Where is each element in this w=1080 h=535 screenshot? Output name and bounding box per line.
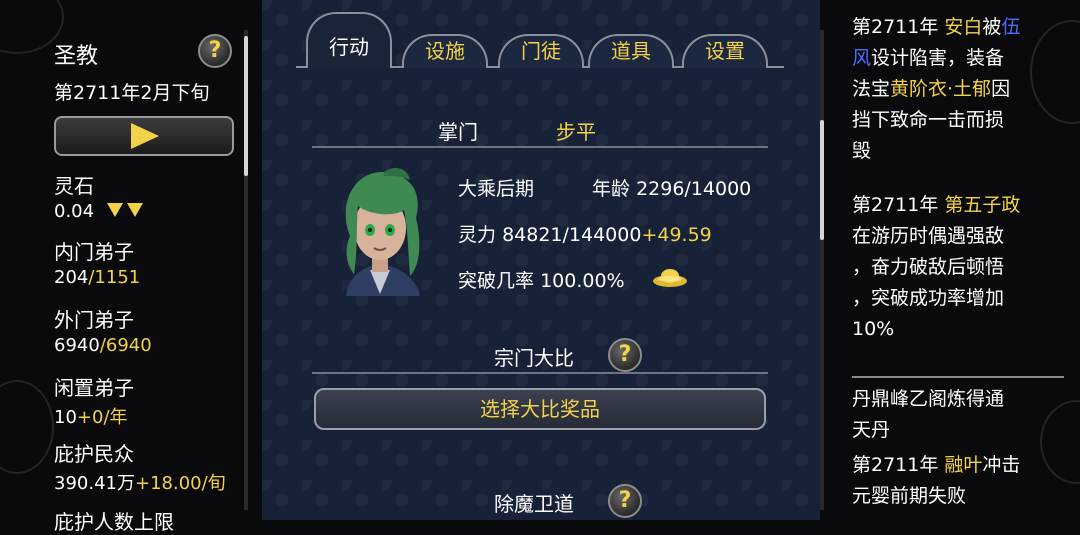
ingot-icon[interactable] (652, 266, 688, 288)
tab-settings[interactable]: 设置 (682, 34, 768, 68)
leader-name[interactable]: 步平 (556, 116, 596, 145)
guard-title: 除魔卫道 (494, 492, 574, 516)
inner-disciples-stat: 内门弟子 204/1151 (54, 236, 140, 288)
tab-disciples[interactable]: 门徒 (498, 34, 584, 68)
outer-disciples-stat: 外门弟子 6940/6940 (54, 304, 152, 356)
main-panel: 行动 设施 门徒 道具 设置 掌门 步平 大乘后期 年龄 2296/14000 … (262, 0, 820, 520)
stat-label: 内门弟子 (54, 240, 134, 264)
select-reward-button[interactable]: 选择大比奖品 (314, 388, 766, 430)
event-log-panel: 第2711年 安白被伍 风设计陷害，装备 法宝黄阶衣·土郁因 挡下致命一击而损 … (820, 0, 1080, 520)
log-divider (852, 376, 1064, 378)
game-date: 第2711年2月下旬 (54, 82, 210, 104)
divider (312, 372, 768, 374)
left-scroll-thumb[interactable] (244, 36, 248, 176)
breakthrough-label: 突破几率 (458, 270, 535, 292)
guard-help-button[interactable]: ? (608, 484, 642, 518)
breakthrough-readout: 突破几率 100.00% (458, 266, 625, 293)
tab-bar: 行动 设施 门徒 道具 设置 (296, 4, 784, 76)
tab-facilities[interactable]: 设施 (402, 34, 488, 68)
leader-title: 掌门 (438, 120, 478, 144)
sect-status-panel: 圣教 ? 第2711年2月下旬 灵石 0.04 内门弟子 204/1151 外门… (0, 0, 262, 534)
sect-help-button[interactable]: ? (198, 34, 232, 68)
log-entry: 第2711年 第五子政 在游历时偶遇强敌 ，奋力破敌后顿悟 ，突破成功率增加 1… (852, 194, 1021, 340)
character-name: 安白 (944, 16, 983, 38)
stat-value: 10 (54, 407, 77, 428)
character-name: 融叶 (944, 454, 983, 476)
breakthrough-value: 100.00% (540, 270, 625, 292)
stat-label: 灵石 (54, 174, 94, 198)
stat-rate: +18.00/旬 (134, 473, 226, 494)
sect-name: 圣教 (54, 44, 99, 69)
character-name: 风 (852, 47, 872, 69)
cultivation-realm: 大乘后期 (458, 178, 535, 200)
stat-capacity: /6940 (99, 335, 152, 356)
log-entry: 第2711年 安白被伍 风设计陷害，装备 法宝黄阶衣·土郁因 挡下致命一击而损 … (852, 16, 1021, 162)
tab-items[interactable]: 道具 (588, 34, 674, 68)
stat-rate: +0/年 (76, 407, 128, 428)
stat-label: 闲置弟子 (54, 376, 134, 400)
age-label: 年龄 (592, 178, 631, 200)
spirit-stone-stat: 灵石 0.04 (54, 170, 146, 222)
protection-cap-stat: 庇护人数上限 (54, 506, 174, 535)
play-icon (131, 123, 159, 149)
stat-value: 390.41万 (54, 473, 135, 494)
tournament-title: 宗门大比 (494, 346, 574, 370)
log-scrollbar[interactable] (820, 30, 824, 510)
stat-value: 204 (54, 267, 89, 288)
log-scroll-thumb[interactable] (820, 120, 824, 240)
idle-disciples-stat: 闲置弟子 10+0/年 (54, 372, 134, 429)
double-down-arrow-icon (106, 203, 143, 217)
log-entry: 第2711年 融叶冲击 元婴前期失败 (852, 454, 1021, 507)
log-entry: 丹鼎峰乙阁炼得通 天丹 (852, 388, 1005, 441)
divider (312, 146, 768, 148)
stat-value: 0.04 (54, 201, 95, 222)
stat-value: 6940 (54, 335, 100, 356)
power-value: 84821/144000 (502, 224, 642, 246)
leader-portrait[interactable] (324, 166, 436, 296)
power-rate: +49.59 (641, 224, 712, 246)
spirit-power-readout: 灵力 84821/144000+49.59 (458, 220, 712, 247)
item-name: 黄阶衣·土郁 (890, 78, 992, 100)
age-readout: 年龄 2296/14000 (592, 174, 751, 201)
stat-label: 庇护民众 (54, 442, 134, 466)
stat-label: 外门弟子 (54, 308, 134, 332)
tournament-help-button[interactable]: ? (608, 338, 642, 372)
advance-time-button[interactable] (54, 116, 234, 156)
age-value: 2296/14000 (636, 178, 752, 200)
character-name: 第五子政 (944, 194, 1021, 216)
tab-action[interactable]: 行动 (306, 12, 392, 68)
character-name: 伍 (1001, 16, 1021, 38)
protected-people-stat: 庇护民众 390.41万+18.00/旬 (54, 438, 226, 495)
stat-label: 庇护人数上限 (54, 510, 174, 534)
stat-capacity: /1151 (88, 267, 141, 288)
power-label: 灵力 (458, 224, 497, 246)
